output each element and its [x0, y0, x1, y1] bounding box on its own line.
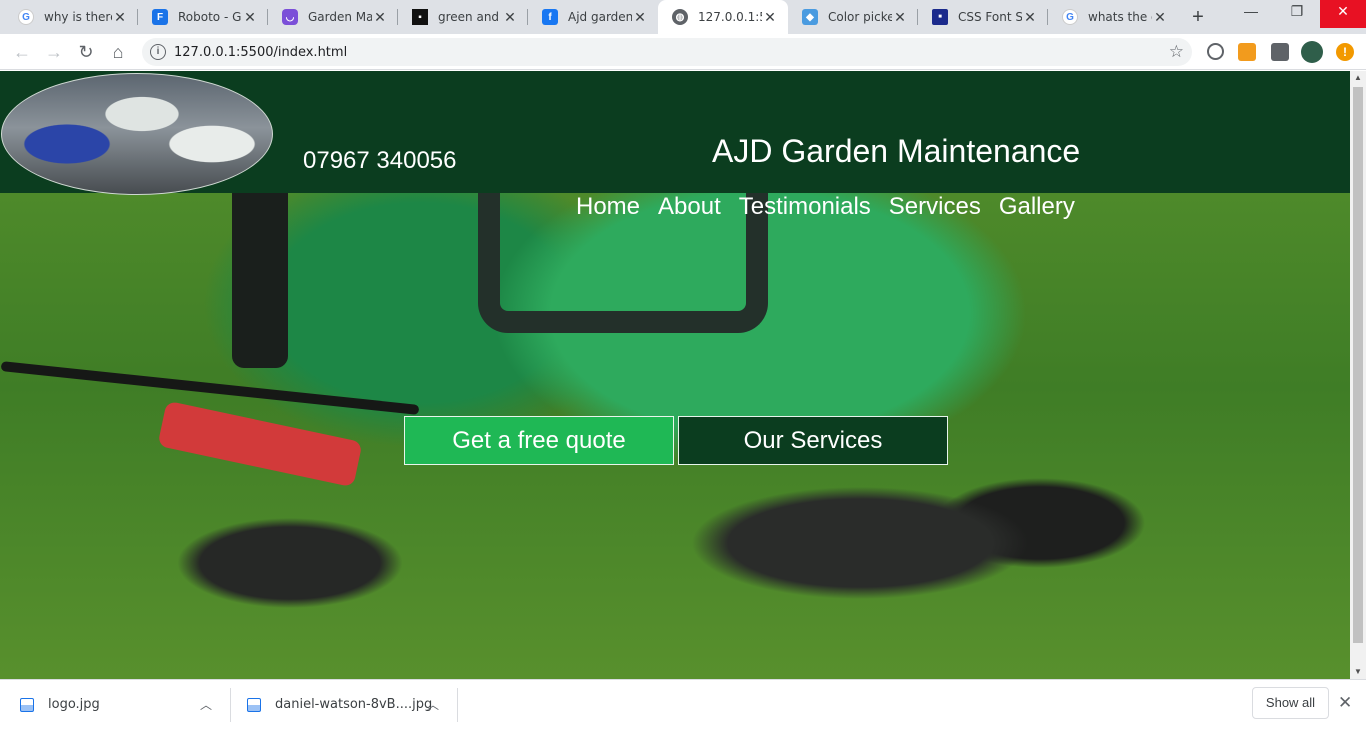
download-filename: daniel-watson-8vB....jpg — [275, 697, 433, 712]
site-header: 07967 340056 AJD Garden Maintenance — [0, 71, 1350, 195]
nav-testimonials[interactable]: Testimonials — [739, 193, 871, 221]
phone-number: 07967 340056 — [303, 147, 457, 174]
image-file-icon — [247, 697, 261, 712]
tab-0[interactable]: G why is there ✕ — [4, 0, 138, 34]
tab-2[interactable]: ◡ Garden Mai ✕ — [268, 0, 398, 34]
close-icon[interactable]: ✕ — [762, 9, 778, 25]
address-bar[interactable]: i 127.0.0.1:5500/index.html ☆ — [142, 38, 1192, 66]
restore-icon[interactable]: ❐ — [1274, 0, 1320, 28]
purple-app-icon: ◡ — [282, 9, 298, 25]
close-icon[interactable]: ✕ — [1022, 9, 1038, 25]
tab-title: Ajd garden — [568, 10, 632, 24]
site-info-icon[interactable]: i — [150, 44, 166, 60]
google-icon: G — [1062, 9, 1078, 25]
tab-title: Color picker — [828, 10, 892, 24]
close-icon[interactable]: ✕ — [632, 9, 648, 25]
tab-title: whats the di — [1088, 10, 1152, 24]
close-icon[interactable]: ✕ — [892, 9, 908, 25]
scroll-up-arrow-icon[interactable]: ▲ — [1350, 71, 1366, 85]
browser-tab-strip: G why is there ✕ F Roboto - Go ✕ ◡ Garde… — [0, 0, 1366, 34]
page-viewport: 07967 340056 AJD Garden Maintenance Home… — [0, 71, 1350, 679]
tab-6[interactable]: ◆ Color picker ✕ — [788, 0, 918, 34]
update-alert-icon[interactable]: ! — [1336, 43, 1354, 61]
hero-background-image — [0, 193, 1350, 679]
facebook-icon: f — [542, 9, 558, 25]
extension-orange-icon[interactable] — [1238, 43, 1256, 61]
chevron-up-icon[interactable]: ︿ — [200, 696, 212, 713]
close-icon[interactable]: ✕ — [502, 9, 518, 25]
downloads-bar: logo.jpg ︿ daniel-watson-8vB....jpg ︿ — [0, 679, 1366, 728]
nav-home[interactable]: Home — [576, 193, 640, 221]
globe-icon: ◍ — [672, 9, 688, 25]
unsplash-icon: ▪ — [412, 9, 428, 25]
tab-title: 127.0.0.1:55 — [698, 10, 762, 24]
our-services-button[interactable]: Our Services — [678, 416, 948, 465]
tab-3[interactable]: ▪ green and b ✕ — [398, 0, 528, 34]
site-title: AJD Garden Maintenance — [712, 133, 1081, 169]
close-icon[interactable]: ✕ — [242, 9, 258, 25]
css-badge-icon: ■ — [932, 9, 948, 25]
close-downloads-icon[interactable]: ✕ — [1338, 693, 1352, 713]
nav-about[interactable]: About — [658, 193, 721, 221]
nav-gallery[interactable]: Gallery — [999, 193, 1075, 221]
divider — [457, 688, 458, 722]
forward-arrow-icon[interactable]: → — [42, 40, 66, 64]
tab-title: Garden Mai — [308, 10, 372, 24]
image-file-icon — [20, 697, 34, 712]
close-icon[interactable]: ✕ — [1152, 9, 1168, 25]
google-icon: G — [18, 9, 34, 25]
reload-icon[interactable]: ↻ — [74, 40, 98, 64]
chevron-up-icon[interactable]: ︿ — [427, 696, 439, 713]
nav-services[interactable]: Services — [889, 193, 981, 221]
bookmark-star-icon[interactable]: ☆ — [1169, 42, 1184, 62]
google-fonts-icon: F — [152, 9, 168, 25]
main-nav: Home About Testimonials Services Gallery — [576, 193, 1075, 221]
url-text[interactable]: 127.0.0.1:5500/index.html — [174, 45, 347, 60]
new-tab-button[interactable]: + — [1186, 6, 1210, 30]
tab-4[interactable]: f Ajd garden ✕ — [528, 0, 658, 34]
browser-toolbar: ← → ↻ ⌂ i 127.0.0.1:5500/index.html ☆ ! — [0, 34, 1366, 70]
tab-title: green and b — [438, 10, 502, 24]
minimize-icon[interactable]: — — [1228, 0, 1274, 28]
show-all-button[interactable]: Show all — [1252, 687, 1329, 719]
free-quote-button[interactable]: Get a free quote — [404, 416, 674, 465]
tab-8[interactable]: G whats the di ✕ — [1048, 0, 1178, 34]
mower-cable-shape — [0, 361, 420, 415]
logo-image[interactable] — [1, 73, 273, 195]
mower-bar-shape — [232, 193, 288, 368]
download-item-1[interactable]: daniel-watson-8vB....jpg ︿ — [247, 680, 457, 729]
tab-1[interactable]: F Roboto - Go ✕ — [138, 0, 268, 34]
tab-title: CSS Font Sta — [958, 10, 1022, 24]
page-scrollbar[interactable]: ▲ ▼ — [1350, 71, 1366, 679]
picker-icon: ◆ — [802, 9, 818, 25]
scroll-down-arrow-icon[interactable]: ▼ — [1350, 665, 1366, 679]
avatar[interactable] — [1301, 41, 1323, 63]
download-item-0[interactable]: logo.jpg ︿ — [20, 680, 230, 729]
download-filename: logo.jpg — [48, 697, 100, 712]
tab-title: why is there — [44, 10, 112, 24]
tab-7[interactable]: ■ CSS Font Sta ✕ — [918, 0, 1048, 34]
back-arrow-icon[interactable]: ← — [10, 40, 34, 64]
home-icon[interactable]: ⌂ — [106, 40, 130, 64]
tab-5-active[interactable]: ◍ 127.0.0.1:55 ✕ — [658, 0, 788, 34]
window-close-icon[interactable]: ✕ — [1320, 0, 1366, 28]
close-icon[interactable]: ✕ — [372, 9, 388, 25]
tab-title: Roboto - Go — [178, 10, 242, 24]
divider — [230, 688, 231, 722]
scrollbar-thumb[interactable] — [1353, 87, 1363, 643]
mower-red-lever-shape — [157, 400, 363, 488]
close-icon[interactable]: ✕ — [112, 9, 128, 25]
puzzle-icon[interactable] — [1271, 43, 1289, 61]
extension-circle-icon[interactable] — [1207, 43, 1224, 60]
